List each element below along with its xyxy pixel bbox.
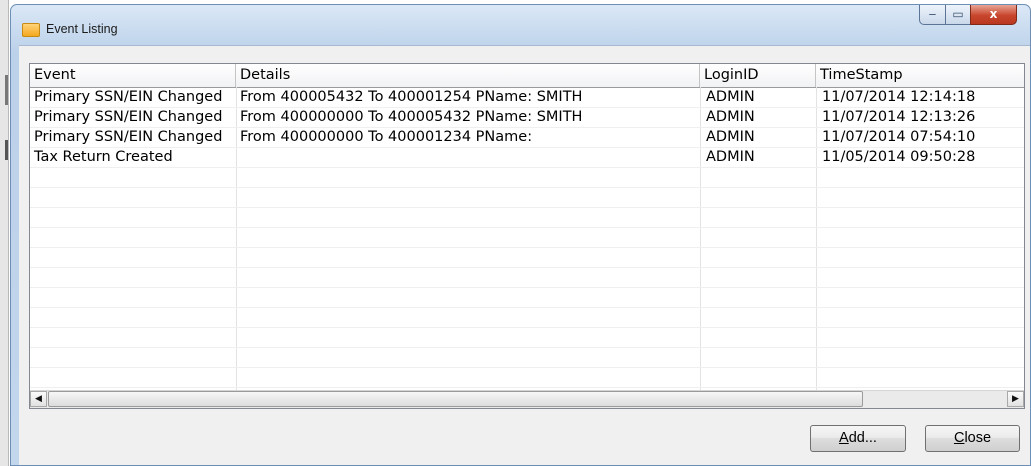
folder-icon [22, 23, 40, 37]
column-header-loginid[interactable]: LoginID [700, 64, 816, 87]
empty-row [30, 208, 1024, 228]
empty-row [30, 328, 1024, 348]
cell-loginid: ADMIN [706, 129, 755, 145]
close-button[interactable]: Close [925, 425, 1020, 452]
background-edge-mark [5, 75, 8, 105]
table-row[interactable]: Primary SSN/EIN Changed From 400005432 T… [30, 88, 1024, 108]
column-header-event[interactable]: Event [30, 64, 236, 87]
scroll-right-icon[interactable]: ▶ [1007, 391, 1024, 407]
cell-event: Tax Return Created [34, 149, 173, 165]
window-title: Event Listing [46, 22, 118, 36]
cell-timestamp: 11/07/2014 12:14:18 [822, 89, 976, 105]
column-header-timestamp[interactable]: TimeStamp [816, 64, 1024, 87]
cell-timestamp: 11/07/2014 12:13:26 [822, 109, 976, 125]
cell-details [236, 148, 240, 167]
empty-row [30, 188, 1024, 208]
column-header-details[interactable]: Details [236, 64, 700, 87]
scroll-left-icon[interactable]: ◀ [30, 391, 47, 407]
horizontal-scrollbar[interactable]: ◀ ▶ [30, 390, 1024, 408]
close-button-label: lose [964, 430, 992, 446]
cell-timestamp: 11/07/2014 07:54:10 [822, 129, 976, 145]
cell-loginid: ADMIN [706, 89, 755, 105]
cell-details: From 400000000 To 400001234 PName: [240, 129, 533, 145]
background-window-edge [0, 0, 9, 466]
minimize-button[interactable]: ‒ [919, 5, 946, 25]
empty-row [30, 288, 1024, 308]
maximize-button[interactable]: ▭ [945, 5, 971, 25]
empty-row [30, 308, 1024, 328]
close-window-button[interactable]: x [970, 5, 1017, 25]
cell-event: Primary SSN/EIN Changed [34, 109, 223, 125]
cell-details: From 400005432 To 400001254 PName: SMITH [240, 89, 583, 105]
add-button[interactable]: Add... [810, 425, 906, 452]
close-button-mnemonic: C [953, 430, 965, 446]
empty-row [30, 348, 1024, 368]
empty-row [30, 248, 1024, 268]
table-row[interactable]: Primary SSN/EIN Changed From 400000000 T… [30, 108, 1024, 128]
cell-timestamp: 11/05/2014 09:50:28 [822, 149, 976, 165]
event-listing-window: Event Listing ‒ ▭ x Event Details LoginI… [10, 4, 1031, 466]
dialog-body: Event Details LoginID TimeStamp Primary … [19, 45, 1030, 465]
background-edge-mark [5, 140, 8, 160]
cell-loginid: ADMIN [706, 149, 755, 165]
table-row[interactable]: Primary SSN/EIN Changed From 400000000 T… [30, 128, 1024, 148]
title-bar[interactable]: Event Listing ‒ ▭ x [11, 5, 1030, 45]
cell-loginid: ADMIN [706, 109, 755, 125]
scrollbar-thumb[interactable] [48, 391, 863, 407]
empty-row [30, 268, 1024, 288]
add-button-mnemonic: A [839, 430, 849, 446]
empty-row [30, 368, 1024, 388]
cell-details: From 400000000 To 400005432 PName: SMITH [240, 109, 583, 125]
table-row[interactable]: Tax Return Created ADMIN 11/05/2014 09:5… [30, 148, 1024, 168]
cell-event: Primary SSN/EIN Changed [34, 89, 223, 105]
empty-row [30, 228, 1024, 248]
cell-event: Primary SSN/EIN Changed [34, 129, 223, 145]
event-list-grid[interactable]: Event Details LoginID TimeStamp Primary … [29, 63, 1025, 409]
empty-row [30, 168, 1024, 188]
column-header-row: Event Details LoginID TimeStamp [30, 64, 1024, 88]
add-button-label: dd... [848, 430, 877, 446]
